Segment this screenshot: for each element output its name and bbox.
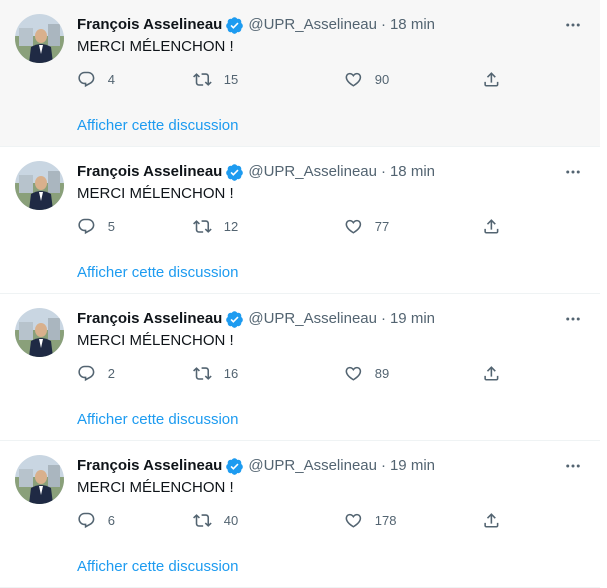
retweet-count: 16	[223, 365, 239, 381]
reply-button[interactable]: 2	[77, 355, 115, 391]
like-count: 77	[374, 218, 390, 234]
tweet-header: François Asselineau @UPR_Asselineau · 18…	[77, 162, 435, 182]
separator-dot: ·	[380, 310, 386, 327]
share-icon	[482, 70, 501, 89]
show-thread-link[interactable]: Afficher cette discussion	[77, 557, 238, 577]
share-icon	[482, 364, 501, 383]
more-dots-icon[interactable]	[560, 12, 586, 38]
heart-icon	[344, 511, 363, 530]
tweet-actions: 5 12 77	[77, 208, 517, 244]
reply-button[interactable]: 5	[77, 208, 115, 244]
verified-badge-icon	[225, 16, 244, 35]
reply-count: 4	[107, 71, 115, 87]
tweet-text: MERCI MÉLENCHON !	[77, 185, 234, 202]
like-button[interactable]: 90	[344, 61, 389, 97]
avatar-image	[15, 161, 64, 210]
avatar-image	[15, 308, 64, 357]
tweet-card[interactable]: François Asselineau @UPR_Asselineau · 19…	[0, 294, 600, 441]
retweet-count: 40	[223, 512, 239, 528]
share-button[interactable]	[482, 502, 501, 538]
verified-badge-icon	[225, 163, 244, 182]
reply-count: 2	[107, 365, 115, 381]
tweet-timestamp[interactable]: 18 min	[390, 162, 435, 182]
verified-badge-icon	[225, 457, 244, 476]
reply-button[interactable]: 4	[77, 61, 115, 97]
avatar-image	[15, 14, 64, 63]
retweet-icon	[193, 364, 212, 383]
more-dots-icon[interactable]	[560, 306, 586, 332]
show-thread-link[interactable]: Afficher cette discussion	[77, 116, 238, 136]
avatar[interactable]	[15, 455, 64, 504]
author-handle[interactable]: @UPR_Asselineau	[248, 456, 377, 476]
reply-button[interactable]: 6	[77, 502, 115, 538]
tweet-actions: 2 16 89	[77, 355, 517, 391]
retweet-icon	[193, 217, 212, 236]
share-button[interactable]	[482, 208, 501, 244]
show-thread-link[interactable]: Afficher cette discussion	[77, 263, 238, 283]
retweet-icon	[193, 511, 212, 530]
tweet-text: MERCI MÉLENCHON !	[77, 479, 234, 496]
reply-count: 6	[107, 512, 115, 528]
retweet-count: 15	[223, 71, 239, 87]
avatar[interactable]	[15, 14, 64, 63]
share-button[interactable]	[482, 355, 501, 391]
tweet-timestamp[interactable]: 19 min	[390, 456, 435, 476]
like-button[interactable]: 178	[344, 502, 396, 538]
reply-icon	[77, 217, 96, 236]
author-name[interactable]: François Asselineau	[77, 162, 222, 182]
like-button[interactable]: 77	[344, 208, 389, 244]
tweet-header: François Asselineau @UPR_Asselineau · 19…	[77, 309, 435, 329]
author-handle[interactable]: @UPR_Asselineau	[248, 309, 377, 329]
author-name[interactable]: François Asselineau	[77, 15, 222, 35]
reply-icon	[77, 511, 96, 530]
retweet-button[interactable]: 15	[193, 61, 238, 97]
heart-icon	[344, 217, 363, 236]
retweet-button[interactable]: 40	[193, 502, 238, 538]
retweet-count: 12	[223, 218, 239, 234]
tweet-actions: 6 40 178	[77, 502, 517, 538]
author-name[interactable]: François Asselineau	[77, 309, 222, 329]
tweet-actions: 4 15 90	[77, 61, 517, 97]
author-name[interactable]: François Asselineau	[77, 456, 222, 476]
heart-icon	[344, 364, 363, 383]
separator-dot: ·	[380, 457, 386, 474]
tweet-header: François Asselineau @UPR_Asselineau · 18…	[77, 15, 435, 35]
reply-count: 5	[107, 218, 115, 234]
tweet-card[interactable]: François Asselineau @UPR_Asselineau · 19…	[0, 441, 600, 588]
share-icon	[482, 217, 501, 236]
separator-dot: ·	[380, 163, 386, 180]
like-count: 90	[374, 71, 390, 87]
tweet-text: MERCI MÉLENCHON !	[77, 332, 234, 349]
avatar-image	[15, 455, 64, 504]
like-button[interactable]: 89	[344, 355, 389, 391]
tweet-timestamp[interactable]: 19 min	[390, 309, 435, 329]
tweet-card[interactable]: François Asselineau @UPR_Asselineau · 18…	[0, 147, 600, 294]
tweet-header: François Asselineau @UPR_Asselineau · 19…	[77, 456, 435, 476]
avatar[interactable]	[15, 161, 64, 210]
more-dots-icon[interactable]	[560, 159, 586, 185]
avatar[interactable]	[15, 308, 64, 357]
heart-icon	[344, 70, 363, 89]
reply-icon	[77, 70, 96, 89]
share-icon	[482, 511, 501, 530]
tweet-timestamp[interactable]: 18 min	[390, 15, 435, 35]
share-button[interactable]	[482, 61, 501, 97]
retweet-button[interactable]: 16	[193, 355, 238, 391]
retweet-icon	[193, 70, 212, 89]
author-handle[interactable]: @UPR_Asselineau	[248, 162, 377, 182]
author-handle[interactable]: @UPR_Asselineau	[248, 15, 377, 35]
tweet-card[interactable]: François Asselineau @UPR_Asselineau · 18…	[0, 0, 600, 147]
tweet-text: MERCI MÉLENCHON !	[77, 38, 234, 55]
separator-dot: ·	[380, 16, 386, 33]
show-thread-link[interactable]: Afficher cette discussion	[77, 410, 238, 430]
retweet-button[interactable]: 12	[193, 208, 238, 244]
like-count: 89	[374, 365, 390, 381]
reply-icon	[77, 364, 96, 383]
verified-badge-icon	[225, 310, 244, 329]
more-dots-icon[interactable]	[560, 453, 586, 479]
like-count: 178	[374, 512, 397, 528]
